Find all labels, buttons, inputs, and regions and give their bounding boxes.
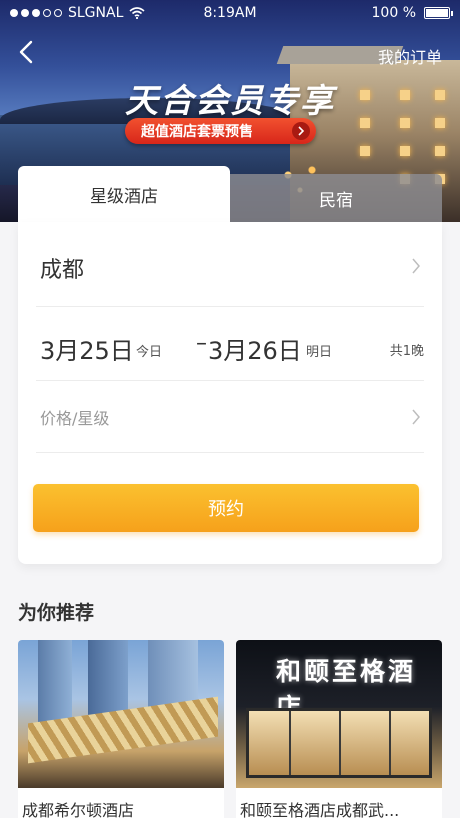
nights-count: 共1晚 — [389, 344, 424, 359]
battery-icon — [424, 7, 453, 19]
check-in-date: 3月25日 — [40, 337, 134, 365]
check-in-note: 今日 — [136, 345, 163, 360]
book-button[interactable]: 预约 — [33, 484, 419, 532]
hotel-name: 和颐至格酒店成都武... — [240, 801, 400, 818]
promo-presale-button[interactable]: 超值酒店套票预售 — [125, 118, 316, 144]
chevron-right-icon — [412, 409, 420, 425]
status-bar: SLGNAL 8:19AM 100 % — [0, 0, 460, 26]
check-out-date: 3月26日 — [208, 337, 302, 365]
recommend-section-title: 为你推荐 — [18, 602, 95, 624]
hotel-name: 成都希尔顿酒店 — [22, 801, 135, 818]
hotel-search-card: 成都 3月25日 今日 – 3月26日 明日 共1晚 价格/星级 预约 — [18, 222, 442, 564]
hotel-card[interactable]: 成都希尔顿酒店 — [18, 640, 224, 818]
price-star-selector[interactable]: 价格/星级 — [36, 381, 424, 453]
tab-star-hotel[interactable]: 星级酒店 — [18, 166, 230, 222]
tab-homestay[interactable]: 民宿 — [230, 174, 442, 222]
hotel-photo — [18, 640, 224, 788]
chevron-right-icon — [412, 258, 420, 274]
date-separator: – — [196, 331, 207, 356]
city-name: 成都 — [40, 258, 85, 283]
date-selector[interactable]: 3月25日 今日 – 3月26日 明日 共1晚 — [36, 307, 424, 381]
battery-percent: 100 % — [371, 5, 416, 21]
hotel-photo: 和颐至格酒店 — [236, 640, 442, 788]
back-arrow-icon[interactable] — [14, 38, 40, 66]
city-selector[interactable]: 成都 — [36, 222, 424, 307]
check-out-note: 明日 — [306, 345, 333, 360]
promo-title: 天合会员专享 — [125, 81, 335, 120]
hotel-card[interactable]: 和颐至格酒店 和颐至格酒店成都武... — [236, 640, 442, 818]
price-star-placeholder: 价格/星级 — [40, 409, 110, 428]
my-orders-link[interactable]: 我的订单 — [378, 44, 442, 68]
chevron-right-icon — [292, 122, 310, 140]
promo-presale-label: 超值酒店套票预售 — [141, 124, 253, 140]
